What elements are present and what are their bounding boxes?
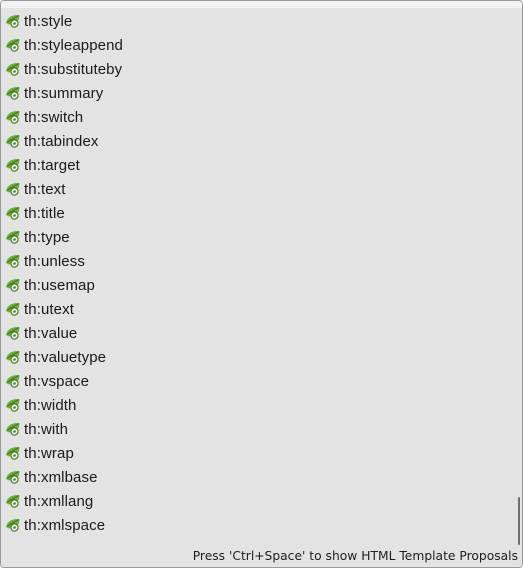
proposal-item-th-with[interactable]: th:with xyxy=(1,417,516,441)
green-leaf-attribute-icon xyxy=(5,517,23,533)
proposal-label: th:type xyxy=(24,228,70,246)
proposal-item-th-width[interactable]: th:width xyxy=(1,393,516,417)
proposal-item-th-target[interactable]: th:target xyxy=(1,153,516,177)
proposal-item-th-switch[interactable]: th:switch xyxy=(1,105,516,129)
green-leaf-attribute-icon xyxy=(5,397,23,413)
proposal-item-th-substituteby[interactable]: th:substituteby xyxy=(1,57,516,81)
green-leaf-attribute-icon xyxy=(5,133,23,149)
proposal-label: th:styleappend xyxy=(24,36,123,54)
proposal-item-th-valuetype[interactable]: th:valuetype xyxy=(1,345,516,369)
content-assist-popup: th:style th:styleappend th:substituteby … xyxy=(0,0,523,568)
green-leaf-attribute-icon xyxy=(5,37,23,53)
proposal-label: th:xmlbase xyxy=(24,468,98,486)
proposal-item-th-utext[interactable]: th:utext xyxy=(1,297,516,321)
proposal-item-th-text[interactable]: th:text xyxy=(1,177,516,201)
proposal-label: th:vspace xyxy=(24,372,90,390)
green-leaf-attribute-icon xyxy=(5,445,23,461)
proposal-item-th-xmlbase[interactable]: th:xmlbase xyxy=(1,465,516,489)
green-leaf-attribute-icon xyxy=(5,373,23,389)
status-hint[interactable]: Press 'Ctrl+Space' to show HTML Template… xyxy=(193,549,518,563)
proposal-item-th-xmllang[interactable]: th:xmllang xyxy=(1,489,516,513)
proposal-label: th:xmllang xyxy=(24,492,94,510)
green-leaf-attribute-icon xyxy=(5,109,23,125)
proposal-label: th:with xyxy=(24,420,69,438)
green-leaf-attribute-icon xyxy=(5,277,23,293)
proposal-label: th:xmlspace xyxy=(24,516,106,534)
proposal-item-th-type[interactable]: th:type xyxy=(1,225,516,249)
proposal-label: th:utext xyxy=(24,300,74,318)
green-leaf-attribute-icon xyxy=(5,469,23,485)
green-leaf-attribute-icon xyxy=(5,349,23,365)
proposal-item-th-value[interactable]: th:value xyxy=(1,321,516,345)
green-leaf-attribute-icon xyxy=(5,301,23,317)
proposal-label: th:title xyxy=(24,204,65,222)
green-leaf-attribute-icon xyxy=(5,229,23,245)
green-leaf-attribute-icon xyxy=(5,325,23,341)
green-leaf-attribute-icon xyxy=(5,205,23,221)
proposal-label: th:width xyxy=(24,396,77,414)
proposal-item-th-summary[interactable]: th:summary xyxy=(1,81,516,105)
green-leaf-attribute-icon xyxy=(5,253,23,269)
green-leaf-attribute-icon xyxy=(5,61,23,77)
green-leaf-attribute-icon xyxy=(5,85,23,101)
proposal-item-th-wrap[interactable]: th:wrap xyxy=(1,441,516,465)
green-leaf-attribute-icon xyxy=(5,421,23,437)
proposal-label: th:style xyxy=(24,12,73,30)
proposal-item-th-usemap[interactable]: th:usemap xyxy=(1,273,516,297)
proposal-item-th-xmlspace[interactable]: th:xmlspace xyxy=(1,513,516,537)
proposal-item-th-unless[interactable]: th:unless xyxy=(1,249,516,273)
proposal-label: th:usemap xyxy=(24,276,95,294)
proposal-item-th-vspace[interactable]: th:vspace xyxy=(1,369,516,393)
green-leaf-attribute-icon xyxy=(5,493,23,509)
proposal-list[interactable]: th:style th:styleappend th:substituteby … xyxy=(1,9,516,545)
proposal-label: th:tabindex xyxy=(24,132,99,150)
proposal-item-th-style[interactable]: th:style xyxy=(1,9,516,33)
proposal-item-th-tabindex[interactable]: th:tabindex xyxy=(1,129,516,153)
vertical-scrollbar[interactable] xyxy=(516,9,521,545)
scrollbar-thumb[interactable] xyxy=(518,497,520,545)
proposal-label: th:summary xyxy=(24,84,104,102)
proposal-label: th:wrap xyxy=(24,444,74,462)
proposal-label: th:switch xyxy=(24,108,84,126)
proposal-label: th:target xyxy=(24,156,80,174)
green-leaf-attribute-icon xyxy=(5,157,23,173)
proposal-label: th:valuetype xyxy=(24,348,107,366)
proposal-item-th-styleappend[interactable]: th:styleappend xyxy=(1,33,516,57)
proposal-item-th-title[interactable]: th:title xyxy=(1,201,516,225)
green-leaf-attribute-icon xyxy=(5,181,23,197)
popup-top-edge xyxy=(1,1,522,8)
proposal-label: th:text xyxy=(24,180,66,198)
proposal-label: th:value xyxy=(24,324,78,342)
green-leaf-attribute-icon xyxy=(5,13,23,29)
proposal-label: th:substituteby xyxy=(24,60,123,78)
proposal-label: th:unless xyxy=(24,252,85,270)
status-bar: Press 'Ctrl+Space' to show HTML Template… xyxy=(1,547,522,567)
